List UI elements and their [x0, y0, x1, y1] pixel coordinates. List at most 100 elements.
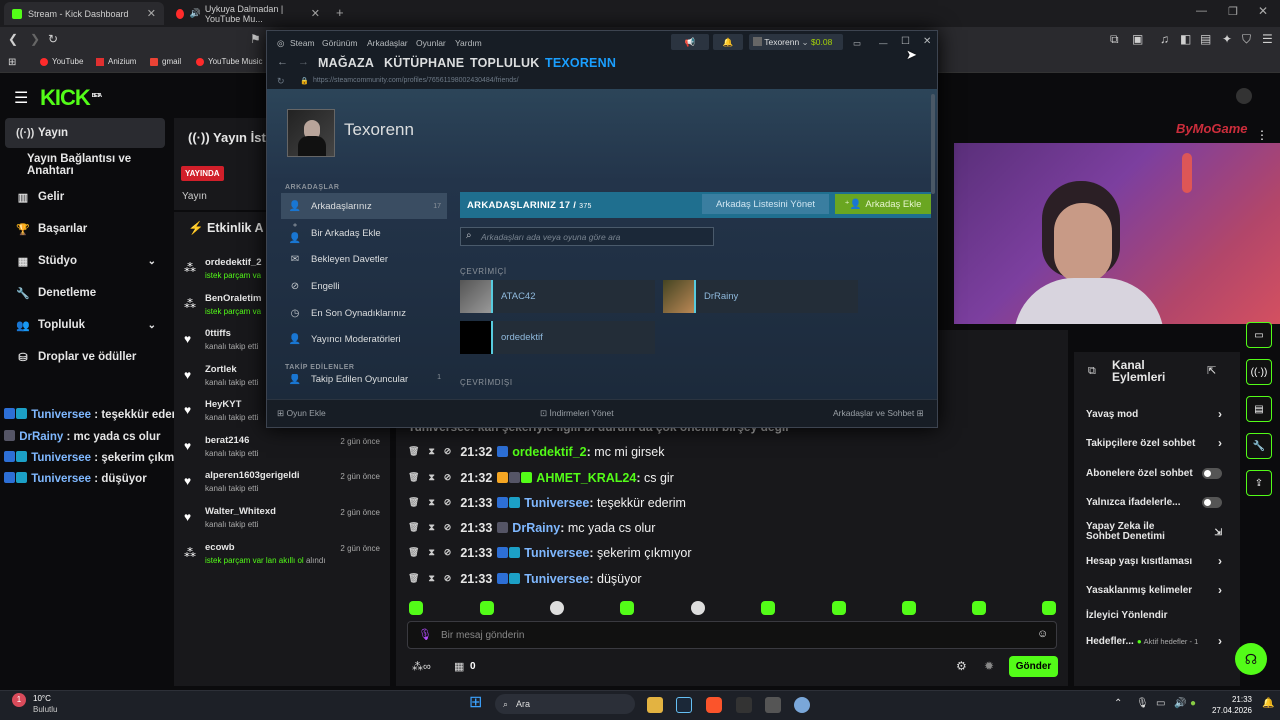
menu-steam[interactable]: Steam	[290, 38, 315, 48]
microphone-icon[interactable]: 🎙	[418, 628, 432, 641]
nav-community[interactable]: TOPLULUK	[470, 56, 539, 70]
scrollbar[interactable]	[931, 94, 935, 194]
steam-taskbar-icon[interactable]	[676, 697, 692, 713]
sidebar-item-studyo[interactable]: ▦ Stüdyo ⌄	[0, 246, 170, 276]
sidebar-item-pending-invites[interactable]: ✉ Bekleyen Davetler	[281, 246, 447, 272]
sidebar-item-stream-key[interactable]: Yayın Bağlantısı ve Anahtarı	[0, 150, 170, 180]
emote-icon[interactable]	[691, 601, 705, 615]
action-raid[interactable]: İzleyici Yönlendir	[1076, 601, 1236, 629]
shield-icon[interactable]: ⛉	[1242, 32, 1251, 47]
emote-icon[interactable]	[761, 601, 775, 615]
more-options-icon[interactable]: ⋮	[1256, 128, 1268, 142]
epic-games-icon[interactable]	[736, 697, 752, 713]
weather-temp[interactable]: 10°C	[33, 694, 51, 703]
sidebar-item-followed-players[interactable]: 👤 Takip Edilen Oyuncular 1	[281, 374, 447, 390]
bookmark-youtube[interactable]: YouTube	[40, 57, 83, 66]
profile-avatar[interactable]	[287, 109, 335, 157]
emote-icon[interactable]	[620, 601, 634, 615]
announcements-icon[interactable]: 📢	[671, 34, 709, 50]
kick-logo[interactable]: KICK BETA	[40, 85, 102, 111]
steam-url[interactable]: https://steamcommunity.com/profiles/7656…	[313, 77, 519, 84]
screenshot-icon[interactable]: ▣	[1132, 32, 1143, 46]
notification-bell-icon[interactable]: 🔔	[1262, 698, 1274, 709]
new-tab-icon[interactable]: +	[336, 5, 344, 20]
add-game-button[interactable]: ⊞ Oyun Ekle	[277, 408, 326, 419]
nav-library[interactable]: KÜTÜPHANE	[384, 56, 464, 70]
emote-icon[interactable]	[480, 601, 494, 615]
big-picture-icon[interactable]: ▭	[853, 38, 861, 49]
nav-profile[interactable]: TEXORENN	[545, 56, 616, 70]
notifications-bell-icon[interactable]: 🔔	[713, 34, 743, 50]
store-icon[interactable]: ▦	[454, 660, 464, 673]
emote-icon[interactable]	[972, 601, 986, 615]
steam-logo-icon[interactable]: ◎	[277, 38, 284, 49]
emote-icon[interactable]	[902, 601, 916, 615]
close-tab-icon[interactable]: ✕	[147, 7, 156, 20]
close-window-icon[interactable]: ✕	[1258, 4, 1268, 18]
speaker-icon[interactable]: 🔊	[190, 8, 201, 19]
sidebar-icon[interactable]: ◧	[1180, 32, 1191, 46]
restore-window-icon[interactable]: ❐	[1228, 5, 1238, 18]
broadcast-icon[interactable]: ((·))	[1246, 359, 1272, 385]
brave-browser-icon[interactable]	[706, 697, 722, 713]
user-avatar[interactable]	[1236, 88, 1252, 104]
sidebar-item-your-friends[interactable]: 👤 Arkadaşlarınız 17	[281, 193, 447, 219]
activity-item[interactable]: ♥ Walter_Whitexd kanalı takip etti 2 gün ön…	[176, 506, 386, 542]
app-icon[interactable]	[794, 697, 810, 713]
hamburger-menu-icon[interactable]: ☰	[14, 88, 28, 108]
settings-gear-icon[interactable]: ⚙	[956, 659, 967, 673]
sidebar-item-basarilar[interactable]: 🏆 Başarılar	[0, 214, 170, 244]
friends-search-input[interactable]: ⌕ Arkadaşları ada veya oyuna göre ara	[460, 227, 714, 246]
emote-icon[interactable]	[832, 601, 846, 615]
wand-icon[interactable]: ✦	[1222, 32, 1232, 46]
extensions-icon[interactable]: ⧉	[1110, 32, 1119, 47]
popout-icon[interactable]: ⇱	[1207, 364, 1216, 377]
sidebar-item-yayin[interactable]: ((·)) Yayın	[5, 118, 165, 148]
support-chat-button[interactable]: ☊	[1235, 643, 1267, 675]
apps-grid-icon[interactable]: ⊞	[8, 57, 16, 68]
cast-icon[interactable]: ⇪	[1246, 470, 1272, 496]
activity-item[interactable]: ♥ alperen1603gerigeldi kanalı takip etti 2 …	[176, 470, 386, 506]
wallet-icon[interactable]: ▤	[1200, 32, 1211, 46]
menu-view[interactable]: Görünüm	[322, 38, 357, 48]
minimize-icon[interactable]: —	[879, 38, 888, 48]
chat-toggle-icon[interactable]: ▭	[1246, 322, 1272, 348]
app-tray-icon[interactable]: ●	[1190, 698, 1196, 709]
menu-help[interactable]: Yardım	[455, 38, 482, 48]
toggle-switch[interactable]	[1202, 496, 1222, 508]
emote-icon[interactable]	[1042, 601, 1056, 615]
sidebar-item-blocked[interactable]: ⊘ Engelli	[281, 273, 447, 299]
taskbar-search[interactable]: ⌕ Ara	[495, 694, 635, 714]
reload-icon[interactable]: ↻	[48, 32, 58, 46]
bookmark-icon[interactable]: ⚑	[250, 32, 261, 46]
sidebar-item-gelir[interactable]: ▥ Gelir	[0, 182, 170, 212]
bookmark-youtube-music[interactable]: YouTube Music	[196, 57, 263, 66]
minimize-window-icon[interactable]: —	[1196, 5, 1207, 17]
layout-icon[interactable]: ▤	[1246, 396, 1272, 422]
menu-icon[interactable]: ☰	[1262, 32, 1273, 46]
account-dropdown[interactable]: Texorenn ⌄ $0.08	[749, 34, 843, 50]
menu-games[interactable]: Oyunlar	[416, 38, 446, 48]
back-arrow-icon[interactable]: ←	[277, 56, 288, 68]
tab-kick-dashboard[interactable]: Stream - Kick Dashboard ✕	[4, 2, 164, 25]
store-icon[interactable]	[765, 697, 781, 713]
file-explorer-icon[interactable]	[647, 697, 663, 713]
wrench-icon[interactable]: 🔧	[1246, 433, 1272, 459]
action-account-age[interactable]: Hesap yaşı kısıtlaması ›	[1076, 547, 1236, 575]
sidebar-item-broadcast-moderators[interactable]: 👤 Yayıncı Moderatörleri	[281, 326, 447, 352]
network-icon[interactable]: ▭	[1156, 698, 1165, 709]
action-followers-only[interactable]: Takipçilere özel sohbet ›	[1076, 429, 1236, 457]
sidebar-item-denetleme[interactable]: 🔧 Denetleme	[0, 278, 170, 308]
sidebar-item-add-friend[interactable]: ⁺👤 Bir Arkadaş Ekle	[281, 220, 447, 246]
weather-icon[interactable]: 1	[12, 693, 26, 707]
friend-item[interactable]: DrRainy	[663, 280, 858, 313]
emote-icon[interactable]	[550, 601, 564, 615]
reload-icon[interactable]: ↻	[277, 76, 285, 87]
forward-arrow-icon[interactable]: →	[298, 56, 309, 68]
friend-item[interactable]: ordedektif	[460, 321, 655, 354]
windows-start-icon[interactable]: ⊞	[469, 695, 485, 711]
friend-item[interactable]: ATAC42	[460, 280, 655, 313]
bookmark-gmail[interactable]: gmail	[150, 57, 181, 66]
microphone-icon[interactable]: 🎙	[1136, 698, 1149, 709]
nav-store[interactable]: MAĞAZA	[318, 56, 374, 70]
